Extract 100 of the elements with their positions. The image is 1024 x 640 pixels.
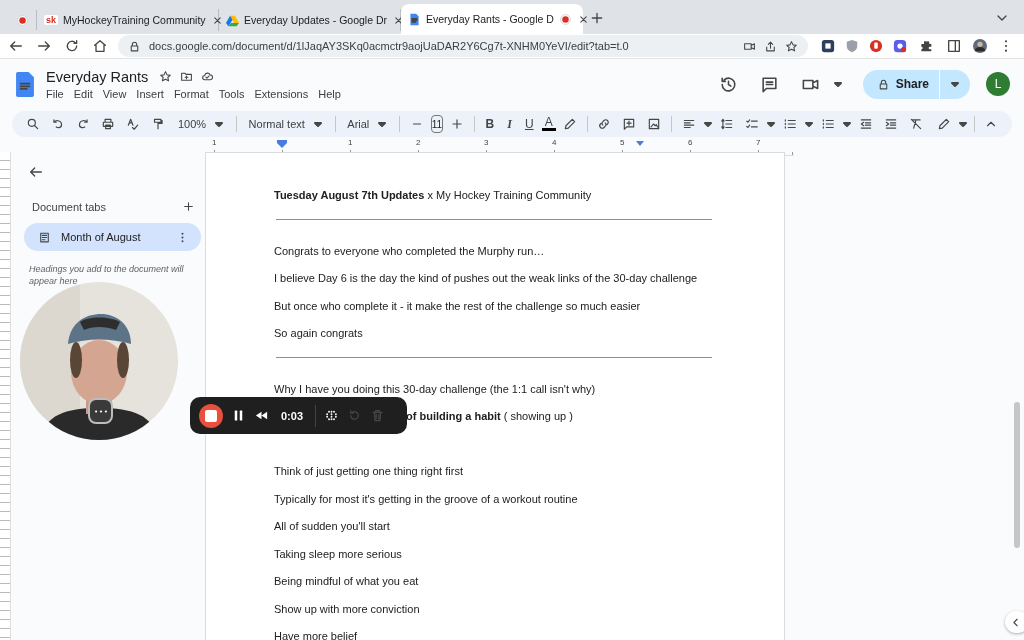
menu-item[interactable]: View (102, 87, 127, 100)
pencil-icon[interactable] (936, 117, 951, 131)
document-icon (38, 230, 51, 244)
menu-item[interactable]: Extensions (254, 87, 309, 100)
zoom-dropdown[interactable]: 100% (178, 118, 225, 130)
back-icon[interactable] (8, 38, 24, 54)
tab-title: Everyday Rants - Google D (426, 13, 554, 25)
url-text: docs.google.com/document/d/1lJaqAY3SKq0acmctr9aojUaDAR2Y6Cg7t-XNHM0YeVI/edit?tab=t.0 (149, 40, 629, 52)
tab-label: Month of August (61, 231, 142, 243)
caret-icon (312, 119, 323, 129)
menu-item[interactable]: Help (318, 87, 341, 100)
line-spacing-icon[interactable] (719, 117, 734, 131)
paragraph: Why I have you doing this 30-day challenge (the 1:1 call isn't why) (274, 382, 597, 397)
hint-text: Headings you add to the document will appear here (29, 263, 185, 287)
section-heading: Document tabs (32, 200, 106, 213)
new-tab-icon[interactable] (589, 10, 605, 26)
side-panel-button[interactable] (1005, 611, 1024, 633)
share-icon[interactable] (764, 39, 777, 53)
caret-icon[interactable] (702, 119, 713, 129)
star-icon[interactable] (785, 39, 798, 53)
paragraph: Taking sleep more serious (274, 547, 403, 562)
document-title[interactable]: Everyday Rants (46, 68, 149, 85)
font-dropdown[interactable]: Arial (347, 118, 388, 130)
increase-indent-icon[interactable] (883, 117, 898, 131)
paragraph: Congrats to everyone who completed the Murphy run… (274, 244, 546, 259)
star-icon[interactable] (159, 70, 173, 83)
caret-icon[interactable] (957, 119, 968, 129)
checklist-icon[interactable] (744, 117, 759, 131)
profile-avatar[interactable] (973, 39, 987, 53)
scrollbar[interactable] (1014, 402, 1020, 548)
ruler-number: 1 (212, 138, 217, 147)
extension-icon[interactable] (869, 39, 883, 53)
puzzle-icon[interactable] (918, 38, 934, 54)
format-button[interactable]: B (480, 117, 500, 131)
comment-icon[interactable] (759, 74, 779, 94)
recording-icon (15, 13, 29, 27)
numbered-list-icon[interactable] (820, 117, 835, 131)
account-avatar[interactable]: L (986, 72, 1010, 96)
spellcheck-icon[interactable] (126, 117, 140, 131)
document-tab[interactable]: Month of August (24, 223, 201, 251)
side-panel-icon[interactable] (946, 38, 962, 54)
more-icon (93, 408, 108, 414)
format-button[interactable]: U (519, 117, 539, 131)
paragraph: Have more belief (274, 630, 359, 640)
back-arrow-icon[interactable] (28, 164, 44, 180)
forward-icon[interactable] (36, 38, 52, 54)
indent-marker[interactable] (277, 140, 287, 148)
caret-icon[interactable] (841, 119, 852, 129)
camera-options-button[interactable] (88, 398, 113, 424)
extension-icon[interactable] (893, 39, 907, 53)
address-bar[interactable]: docs.google.com/document/d/1lJaqAY3SKq0acmctr9aojUaDAR2Y6Cg7t-XNHM0YeVI/edit?tab=t.0 (118, 35, 808, 57)
redo-icon[interactable] (76, 117, 90, 131)
indent-marker[interactable] (635, 140, 645, 148)
shield-icon[interactable] (845, 39, 859, 53)
home-icon[interactable] (92, 38, 108, 54)
caret-icon (214, 119, 225, 129)
paint-format-icon[interactable] (151, 117, 165, 131)
history-icon[interactable] (718, 74, 738, 94)
print-icon[interactable] (101, 117, 115, 131)
plus-icon[interactable] (450, 117, 465, 131)
paragraph: All of sudden you'll start (274, 520, 391, 534)
paragraph: Being mindful of what you eat (274, 575, 420, 589)
caret-icon[interactable] (803, 119, 814, 129)
lock-icon (128, 39, 141, 53)
link-icon[interactable] (597, 117, 612, 131)
folder-icon[interactable] (180, 70, 194, 83)
paragraph: Show up with more conviction (274, 602, 421, 617)
caret-icon (950, 79, 960, 89)
decrease-indent-icon[interactable] (858, 117, 873, 131)
style-dropdown[interactable]: Normal text (248, 118, 323, 130)
docs-logo-icon[interactable] (16, 71, 34, 97)
add-tab-icon[interactable] (182, 200, 195, 213)
text-color-button[interactable]: A (541, 117, 556, 131)
clear-formatting-icon[interactable] (908, 117, 923, 131)
menu-item[interactable]: Format (173, 87, 209, 100)
drive-logo-icon (226, 13, 239, 27)
font-size-field[interactable]: 11 (430, 115, 444, 133)
browser-tab[interactable]: sk MyHockeyTraining Community (37, 9, 219, 31)
format-button[interactable]: I (502, 116, 517, 132)
menu-item[interactable]: Edit (73, 87, 93, 100)
cloud-icon[interactable] (201, 70, 215, 83)
add-comment-icon[interactable] (622, 117, 637, 131)
stop-button[interactable] (199, 403, 223, 428)
align-icon[interactable] (681, 117, 696, 131)
menu-item[interactable]: Insert (136, 87, 164, 100)
caret-icon[interactable] (832, 79, 843, 89)
recording-time: 0:03 (281, 409, 304, 422)
paragraph: So again congrats (274, 327, 364, 341)
undo-icon[interactable] (51, 117, 65, 131)
extension-icon[interactable] (821, 39, 835, 53)
caret-icon[interactable] (765, 119, 776, 129)
menu-item[interactable]: File (46, 87, 64, 100)
image-icon[interactable] (647, 117, 662, 131)
search-icon[interactable] (26, 117, 40, 131)
highlighter-icon[interactable] (562, 117, 577, 131)
paragraph: Think of just getting one thing right first (274, 465, 464, 479)
grid-icon[interactable] (324, 408, 340, 423)
reload-icon[interactable] (64, 38, 80, 54)
menu-item[interactable]: Tools (218, 87, 245, 100)
bulleted-list-icon[interactable] (782, 117, 797, 131)
